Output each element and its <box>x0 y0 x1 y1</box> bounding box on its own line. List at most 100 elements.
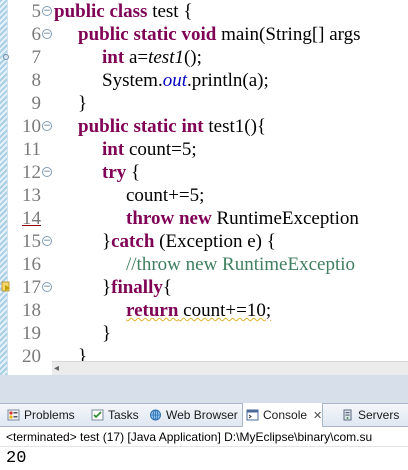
view-tab-bar: Problems Tasks Web Browser Console ✕ Serv… <box>0 403 408 428</box>
close-icon[interactable]: ✕ <box>313 409 322 422</box>
code-text: public class test { <box>54 0 192 23</box>
tab-label: Servers <box>358 408 400 422</box>
tab-label: Web Browser <box>166 408 238 422</box>
code-text: public static int test1(){ <box>78 115 266 138</box>
line-number: 16 <box>22 254 41 275</box>
code-fragment: a= <box>124 47 149 68</box>
code-editor[interactable]: 5 − public class test { 6 − public stati… <box>0 0 408 375</box>
code-text: public static void main(String[] args <box>78 23 361 46</box>
line-number: 19 <box>22 323 41 344</box>
code-fragment: } <box>102 231 112 252</box>
code-fragment: main(String[] args <box>216 24 361 45</box>
console-status: <terminated> test (17) [Java Application… <box>0 427 408 447</box>
tab-tasks[interactable]: Tasks <box>88 404 139 427</box>
line-number: 14 <box>22 208 41 229</box>
fold-collapse-icon[interactable]: − <box>42 282 52 292</box>
code-lines[interactable]: 5 − public class test { 6 − public stati… <box>1 0 408 368</box>
tasks-icon <box>91 409 104 421</box>
line-number: 13 <box>22 185 41 206</box>
keyword: int <box>102 47 125 68</box>
line-number: 7 <box>31 47 42 68</box>
code-fragment: RuntimeException <box>211 208 359 229</box>
globe-icon <box>150 409 161 421</box>
code-fragment: } <box>102 277 112 298</box>
line-number: 12 <box>22 162 41 183</box>
line-number: 9 <box>31 93 42 114</box>
code-line[interactable]: 5 − public class test { <box>8 0 408 23</box>
code-text: } <box>78 93 88 114</box>
code-line[interactable]: 19 } <box>8 322 408 345</box>
horizontal-scrollbar[interactable]: ◂ <box>52 361 408 375</box>
servers-icon <box>343 409 352 421</box>
fold-collapse-icon[interactable]: − <box>42 121 52 131</box>
code-fragment: System. <box>102 70 163 91</box>
tab-console[interactable]: Console ✕ <box>242 403 324 428</box>
code-fragment: .println(a); <box>186 70 269 91</box>
code-text: count+=5; <box>126 185 205 206</box>
code-line[interactable]: 6 − public static void main(String[] arg… <box>8 23 408 46</box>
code-text: System.out.println(a); <box>102 69 269 92</box>
code-text: int a=test1(); <box>102 46 202 69</box>
keyword: return <box>126 300 179 321</box>
code-fragment: test { <box>147 1 193 22</box>
tab-label: Console <box>263 408 308 422</box>
code-line[interactable]: 13 count+=5; <box>8 184 408 207</box>
line-number: 10 <box>22 116 41 137</box>
code-line[interactable]: 16 //throw new RuntimeExceptio <box>8 253 408 276</box>
fold-collapse-icon[interactable]: − <box>42 29 52 39</box>
keyword: catch <box>111 231 155 252</box>
code-fragment: (); <box>183 47 202 68</box>
keyword: public static void <box>78 24 217 45</box>
fold-collapse-icon[interactable]: − <box>42 6 52 16</box>
console-output[interactable]: 20 <box>0 448 408 470</box>
line-number: 15 <box>22 231 41 252</box>
code-comment: //throw new RuntimeExceptio <box>126 254 356 275</box>
code-fragment: { <box>126 162 141 183</box>
line-number: 6 <box>31 24 42 45</box>
code-line-current[interactable]: 14 throw new RuntimeException <box>8 207 408 230</box>
line-number: 11 <box>22 139 41 160</box>
code-line[interactable]: 9 } <box>8 92 408 115</box>
method-call: test1 <box>148 47 184 68</box>
line-number: 20 <box>22 346 41 367</box>
code-line[interactable]: 15 − }catch (Exception e) { <box>8 230 408 253</box>
keyword: public class <box>54 1 148 22</box>
code-text-warning: return count+=10; <box>54 299 271 322</box>
line-number: 18 <box>22 300 41 321</box>
code-line[interactable]: 11 int count=5; <box>8 138 408 161</box>
tab-label: Problems <box>24 408 75 422</box>
code-fragment: count=5; <box>124 139 197 160</box>
code-line[interactable]: 8 System.out.println(a); <box>8 69 408 92</box>
code-line[interactable]: 10 − public static int test1(){ <box>8 115 408 138</box>
code-line[interactable]: 17 − }finally{ <box>1 276 408 299</box>
code-line[interactable]: 7 int a=test1(); <box>3 46 408 69</box>
code-text: }catch (Exception e) { <box>102 230 276 253</box>
code-text: throw new RuntimeException <box>126 207 359 230</box>
code-line[interactable]: 12 − try { <box>8 161 408 184</box>
view-divider[interactable] <box>0 375 408 403</box>
code-text: int count=5; <box>102 138 197 161</box>
line-number: 8 <box>31 70 42 91</box>
code-fragment: count+=10; <box>178 300 272 321</box>
code-text: }finally{ <box>102 276 172 299</box>
fold-collapse-icon[interactable]: − <box>42 236 52 246</box>
tab-servers[interactable]: Servers <box>338 404 399 427</box>
line-number: 5 <box>31 1 42 22</box>
keyword: throw new <box>126 208 212 229</box>
code-line[interactable]: 18 return count+=10; <box>8 299 408 322</box>
keyword: public static int <box>78 116 204 137</box>
static-field: out <box>162 70 187 91</box>
problems-icon <box>7 409 20 421</box>
tab-web-browser[interactable]: Web Browser <box>146 404 238 427</box>
code-fragment: { <box>162 277 172 298</box>
code-fragment: (Exception e) { <box>154 231 276 252</box>
code-fragment: test1(){ <box>203 116 267 137</box>
tab-label: Tasks <box>108 408 139 422</box>
keyword: finally <box>111 277 163 298</box>
code-text: try { <box>102 161 140 184</box>
scroll-left-icon[interactable]: ◂ <box>54 362 59 375</box>
keyword: int <box>102 139 125 160</box>
tab-problems[interactable]: Problems <box>4 404 75 427</box>
line-number: 17 <box>22 277 41 298</box>
fold-collapse-icon[interactable]: − <box>42 167 52 177</box>
